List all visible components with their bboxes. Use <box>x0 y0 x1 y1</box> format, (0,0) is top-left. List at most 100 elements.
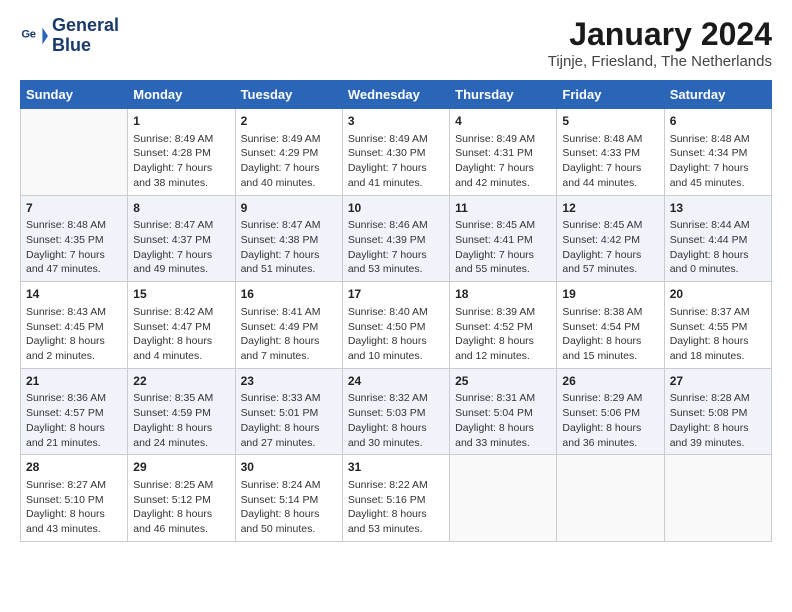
day-info: Sunrise: 8:48 AMSunset: 4:34 PMDaylight:… <box>670 132 766 191</box>
logo-icon: G e <box>20 22 48 50</box>
day-info: Sunrise: 8:47 AMSunset: 4:38 PMDaylight:… <box>241 218 337 277</box>
week-row-1: 1Sunrise: 8:49 AMSunset: 4:28 PMDaylight… <box>21 109 772 196</box>
day-number: 18 <box>455 286 551 303</box>
calendar-cell: 28 Sunrise: 8:27 AMSunset: 5:10 PMDayligh… <box>21 455 128 542</box>
day-number: 8 <box>133 200 229 217</box>
day-info: Sunrise: 8:28 AMSunset: 5:08 PMDaylight:… <box>670 391 766 450</box>
calendar-cell: 15 Sunrise: 8:42 AMSunset: 4:47 PMDayligh… <box>128 282 235 369</box>
day-number: 5 <box>562 113 658 130</box>
day-number: 24 <box>348 373 444 390</box>
calendar-cell: 19 Sunrise: 8:38 AMSunset: 4:54 PMDayligh… <box>557 282 664 369</box>
calendar-cell: 3 Sunrise: 8:49 AMSunset: 4:30 PMDaylight… <box>342 109 449 196</box>
location-title: Tijnje, Friesland, The Netherlands <box>548 53 772 70</box>
calendar-cell: 6 Sunrise: 8:48 AMSunset: 4:34 PMDaylight… <box>664 109 771 196</box>
day-number: 22 <box>133 373 229 390</box>
calendar-cell: 27Sunrise: 8:28 AMSunset: 5:08 PMDayligh… <box>664 368 771 455</box>
day-info: Sunrise: 8:47 AMSunset: 4:37 PMDaylight:… <box>133 218 229 277</box>
day-info: Sunrise: 8:48 AMSunset: 4:33 PMDaylight:… <box>562 132 658 191</box>
day-number: 7 <box>26 200 122 217</box>
day-info: Sunrise: 8:31 AMSunset: 5:04 PMDaylight:… <box>455 391 551 450</box>
day-info: Sunrise: 8:29 AMSunset: 5:06 PMDaylight:… <box>562 391 658 450</box>
day-info: Sunrise: 8:49 AMSunset: 4:31 PMDaylight:… <box>455 132 551 191</box>
day-number: 4 <box>455 113 551 130</box>
day-info: Sunrise: 8:45 AMSunset: 4:42 PMDaylight:… <box>562 218 658 277</box>
calendar-cell <box>21 109 128 196</box>
day-info: Sunrise: 8:48 AMSunset: 4:35 PMDaylight:… <box>26 218 122 277</box>
calendar-cell: 7Sunrise: 8:48 AMSunset: 4:35 PMDaylight… <box>21 195 128 282</box>
day-info: Sunrise: 8:32 AMSunset: 5:03 PMDaylight:… <box>348 391 444 450</box>
calendar-cell: 23Sunrise: 8:33 AMSunset: 5:01 PMDayligh… <box>235 368 342 455</box>
week-row-4: 21Sunrise: 8:36 AMSunset: 4:57 PMDayligh… <box>21 368 772 455</box>
day-info: Sunrise: 8:38 AMSunset: 4:54 PMDaylight:… <box>562 305 658 364</box>
week-row-2: 7Sunrise: 8:48 AMSunset: 4:35 PMDaylight… <box>21 195 772 282</box>
day-number: 12 <box>562 200 658 217</box>
day-info: Sunrise: 8:39 AMSunset: 4:52 PMDaylight:… <box>455 305 551 364</box>
day-number: 16 <box>241 286 337 303</box>
day-info: Sunrise: 8:42 AMSunset: 4:47 PMDaylight:… <box>133 305 229 364</box>
day-info: Sunrise: 8:27 AMSunset: 5:10 PMDaylight:… <box>26 478 122 537</box>
title-section: January 2024 Tijnje, Friesland, The Neth… <box>548 16 772 70</box>
day-number: 3 <box>348 113 444 130</box>
calendar-cell: 26Sunrise: 8:29 AMSunset: 5:06 PMDayligh… <box>557 368 664 455</box>
day-number: 9 <box>241 200 337 217</box>
day-info: Sunrise: 8:22 AMSunset: 5:16 PMDaylight:… <box>348 478 444 537</box>
header-cell-monday: Monday <box>128 81 235 109</box>
calendar-cell: 29Sunrise: 8:25 AMSunset: 5:12 PMDayligh… <box>128 455 235 542</box>
day-number: 27 <box>670 373 766 390</box>
header-cell-saturday: Saturday <box>664 81 771 109</box>
header-row: SundayMondayTuesdayWednesdayThursdayFrid… <box>21 81 772 109</box>
header: G e General Blue January 2024 Tijnje, Fr… <box>20 16 772 70</box>
day-info: Sunrise: 8:49 AMSunset: 4:30 PMDaylight:… <box>348 132 444 191</box>
calendar-cell: 16 Sunrise: 8:41 AMSunset: 4:49 PMDayligh… <box>235 282 342 369</box>
week-row-5: 28 Sunrise: 8:27 AMSunset: 5:10 PMDayligh… <box>21 455 772 542</box>
calendar-cell: 22Sunrise: 8:35 AMSunset: 4:59 PMDayligh… <box>128 368 235 455</box>
day-info: Sunrise: 8:36 AMSunset: 4:57 PMDaylight:… <box>26 391 122 450</box>
day-info: Sunrise: 8:45 AMSunset: 4:41 PMDaylight:… <box>455 218 551 277</box>
calendar-cell: 10Sunrise: 8:46 AMSunset: 4:39 PMDayligh… <box>342 195 449 282</box>
day-info: Sunrise: 8:35 AMSunset: 4:59 PMDaylight:… <box>133 391 229 450</box>
calendar-cell: 21Sunrise: 8:36 AMSunset: 4:57 PMDayligh… <box>21 368 128 455</box>
svg-text:e: e <box>30 28 36 40</box>
day-number: 30 <box>241 459 337 476</box>
calendar-cell <box>664 455 771 542</box>
calendar-cell: 5 Sunrise: 8:48 AMSunset: 4:33 PMDaylight… <box>557 109 664 196</box>
calendar-cell: 24Sunrise: 8:32 AMSunset: 5:03 PMDayligh… <box>342 368 449 455</box>
day-info: Sunrise: 8:25 AMSunset: 5:12 PMDaylight:… <box>133 478 229 537</box>
day-number: 17 <box>348 286 444 303</box>
header-cell-sunday: Sunday <box>21 81 128 109</box>
logo: G e General Blue <box>20 16 119 56</box>
calendar-cell: 17Sunrise: 8:40 AMSunset: 4:50 PMDayligh… <box>342 282 449 369</box>
day-number: 6 <box>670 113 766 130</box>
calendar-cell: 2Sunrise: 8:49 AMSunset: 4:29 PMDaylight… <box>235 109 342 196</box>
calendar-cell <box>450 455 557 542</box>
day-number: 10 <box>348 200 444 217</box>
calendar-cell: 25Sunrise: 8:31 AMSunset: 5:04 PMDayligh… <box>450 368 557 455</box>
header-cell-thursday: Thursday <box>450 81 557 109</box>
month-title: January 2024 <box>548 16 772 53</box>
calendar-cell <box>557 455 664 542</box>
calendar-cell: 11Sunrise: 8:45 AMSunset: 4:41 PMDayligh… <box>450 195 557 282</box>
day-number: 31 <box>348 459 444 476</box>
calendar-cell: 20Sunrise: 8:37 AMSunset: 4:55 PMDayligh… <box>664 282 771 369</box>
header-cell-friday: Friday <box>557 81 664 109</box>
day-info: Sunrise: 8:33 AMSunset: 5:01 PMDaylight:… <box>241 391 337 450</box>
day-info: Sunrise: 8:41 AMSunset: 4:49 PMDaylight:… <box>241 305 337 364</box>
day-info: Sunrise: 8:43 AMSunset: 4:45 PMDaylight:… <box>26 305 122 364</box>
day-info: Sunrise: 8:49 AMSunset: 4:28 PMDaylight:… <box>133 132 229 191</box>
calendar-cell: 18 Sunrise: 8:39 AMSunset: 4:52 PMDayligh… <box>450 282 557 369</box>
logo-line2: Blue <box>52 36 119 56</box>
day-number: 26 <box>562 373 658 390</box>
calendar-cell: 1Sunrise: 8:49 AMSunset: 4:28 PMDaylight… <box>128 109 235 196</box>
day-number: 21 <box>26 373 122 390</box>
day-number: 25 <box>455 373 551 390</box>
day-number: 23 <box>241 373 337 390</box>
calendar-cell: 9Sunrise: 8:47 AMSunset: 4:38 PMDaylight… <box>235 195 342 282</box>
day-number: 19 <box>562 286 658 303</box>
day-number: 20 <box>670 286 766 303</box>
week-row-3: 14Sunrise: 8:43 AMSunset: 4:45 PMDayligh… <box>21 282 772 369</box>
calendar-cell: 12Sunrise: 8:45 AMSunset: 4:42 PMDayligh… <box>557 195 664 282</box>
day-number: 15 <box>133 286 229 303</box>
header-cell-tuesday: Tuesday <box>235 81 342 109</box>
logo-line1: General <box>52 16 119 36</box>
day-number: 28 <box>26 459 122 476</box>
